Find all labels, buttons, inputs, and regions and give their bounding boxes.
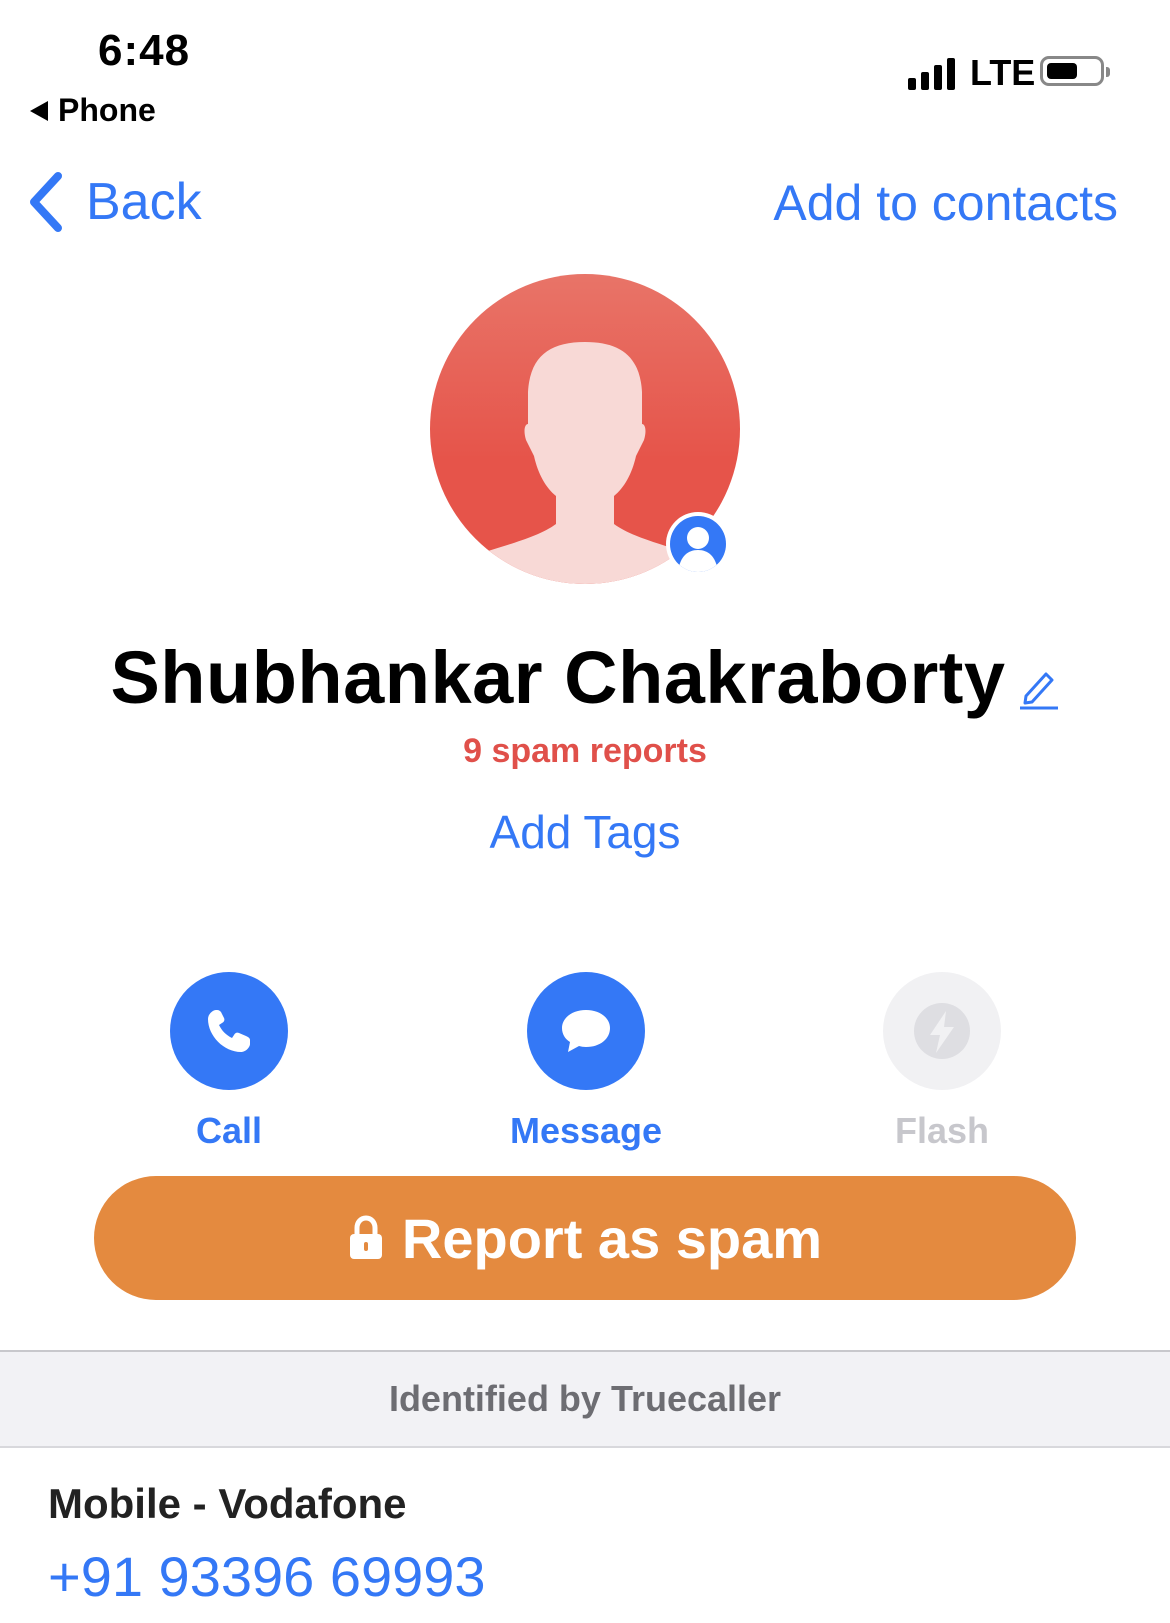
signal-strength-icon bbox=[908, 56, 958, 90]
phone-number-link[interactable]: +91 93396 69993 bbox=[48, 1544, 486, 1609]
status-time: 6:48 bbox=[98, 26, 191, 75]
back-to-app-link[interactable]: Phone bbox=[30, 92, 156, 129]
name-row: Shubhankar Chakraborty bbox=[0, 635, 1170, 720]
battery-icon bbox=[1040, 56, 1110, 86]
call-action[interactable]: Call bbox=[109, 972, 349, 1152]
identified-banner: Identified by Truecaller bbox=[0, 1350, 1170, 1448]
message-action[interactable]: Message bbox=[466, 972, 706, 1152]
flash-button bbox=[883, 972, 1001, 1090]
lock-icon bbox=[349, 1215, 382, 1259]
report-as-spam-label: Report as spam bbox=[401, 1206, 823, 1270]
back-triangle-icon bbox=[30, 100, 48, 121]
phone-icon bbox=[208, 1010, 250, 1052]
back-button[interactable]: Back bbox=[26, 170, 202, 234]
flash-action: Flash bbox=[822, 972, 1062, 1152]
chat-bubble-icon bbox=[562, 1010, 610, 1052]
network-type: LTE bbox=[970, 52, 1036, 93]
message-button[interactable] bbox=[527, 972, 645, 1090]
back-button-label: Back bbox=[86, 173, 202, 231]
back-app-label: Phone bbox=[58, 92, 156, 128]
spam-reports-count: 9 spam reports bbox=[463, 732, 707, 770]
identified-label: Identified by Truecaller bbox=[388, 1378, 782, 1419]
pencil-edit-icon[interactable] bbox=[1016, 662, 1060, 710]
flash-icon bbox=[914, 1003, 970, 1059]
phone-type-label: Mobile - Vodafone bbox=[48, 1480, 407, 1527]
chevron-left-icon bbox=[30, 172, 62, 232]
report-as-spam-button[interactable]: Report as spam bbox=[94, 1176, 1076, 1300]
add-to-contacts-button[interactable]: Add to contacts bbox=[773, 174, 1118, 232]
message-label: Message bbox=[509, 1110, 663, 1151]
call-label: Call bbox=[195, 1110, 263, 1151]
flash-label: Flash bbox=[894, 1110, 990, 1151]
call-button[interactable] bbox=[170, 972, 288, 1090]
contact-name: Shubhankar Chakraborty bbox=[110, 636, 1006, 719]
truecaller-badge-icon bbox=[666, 512, 730, 576]
add-tags-button[interactable]: Add Tags bbox=[0, 805, 1170, 859]
